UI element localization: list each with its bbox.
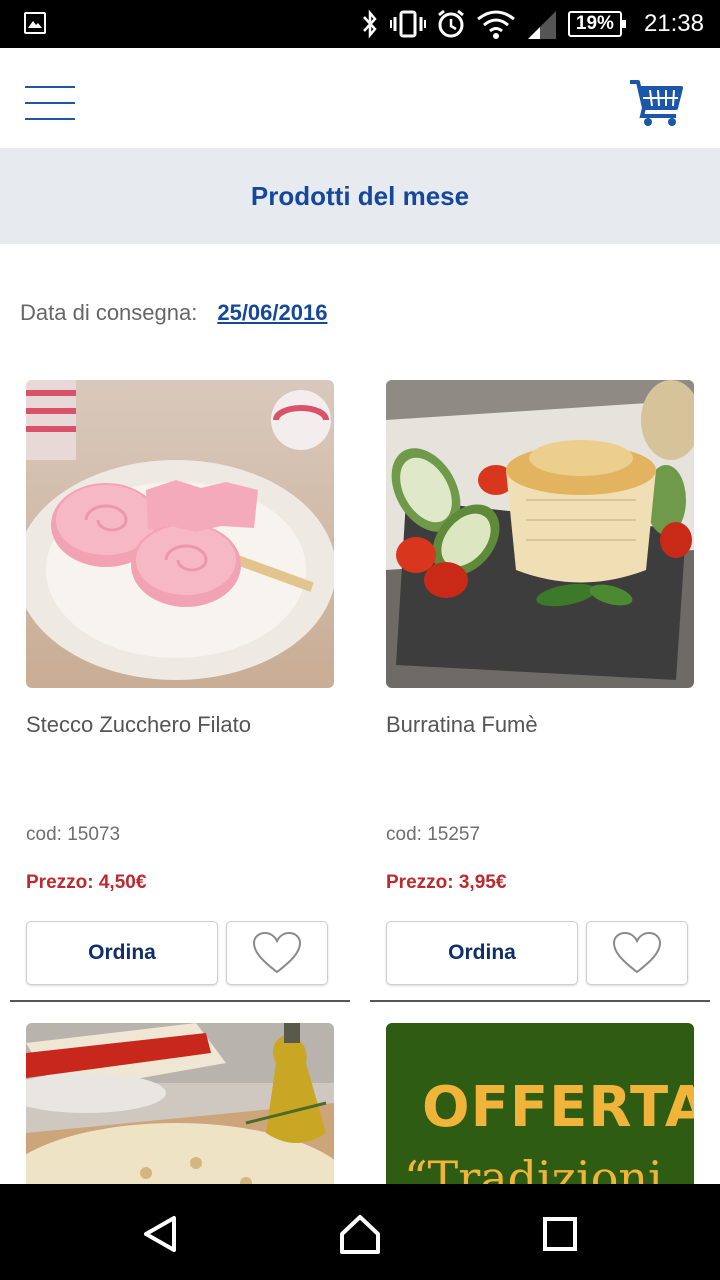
order-button[interactable]: Ordina [386,921,578,985]
product-code: cod: 15257 [386,824,481,845]
app-bar [0,48,720,148]
hamburger-icon[interactable] [25,86,75,120]
product-card: Stecco Zucchero Filato cod: 15073 Prezzo… [26,380,334,985]
product-price: Prezzo: 4,50€ [26,872,147,893]
clock: 21:38 [643,10,704,37]
delivery-date-row: Data di consegna: 25/06/2016 [20,296,327,330]
product-image[interactable] [26,380,334,688]
bluetooth-icon [360,9,380,39]
product-image[interactable] [26,1023,334,1203]
delivery-date-link[interactable]: 25/06/2016 [217,300,327,326]
system-nav-bar [0,1184,720,1280]
offer-banner[interactable]: OFFERTA “Tradizioni [386,1023,694,1203]
card-divider [370,1000,710,1002]
product-code: cod: 15073 [26,824,121,845]
favorite-button[interactable] [226,921,328,985]
battery-indicator: 19% [567,11,626,37]
delivery-date-label: Data di consegna: [20,300,198,325]
cart-icon[interactable] [628,78,684,128]
wifi-icon [476,9,516,39]
order-button[interactable]: Ordina [26,921,218,985]
section-header: Prodotti del mese [0,148,720,244]
status-bar: 19% 21:38 [0,0,720,48]
gallery-notification-icon [24,12,46,34]
product-name: Stecco Zucchero Filato [26,712,251,737]
home-icon[interactable] [330,1204,390,1264]
recents-square-icon[interactable] [530,1204,590,1264]
page-title: Prodotti del mese [250,180,470,211]
heart-outline-icon [252,931,302,974]
favorite-button[interactable] [586,921,688,985]
back-triangle-icon[interactable] [130,1204,190,1264]
heart-outline-icon [612,931,662,974]
vibrate-icon [389,10,426,38]
card-divider [10,1000,350,1002]
offer-title: OFFERTA [422,1075,694,1140]
product-name: Burratina Fumè [386,712,538,737]
product-price: Prezzo: 3,95€ [386,872,507,893]
alarm-icon [436,9,466,39]
product-card: Burratina Fumè cod: 15257 Prezzo: 3,95€ … [386,380,694,985]
signal-icon [526,9,558,39]
product-image[interactable] [386,380,694,688]
